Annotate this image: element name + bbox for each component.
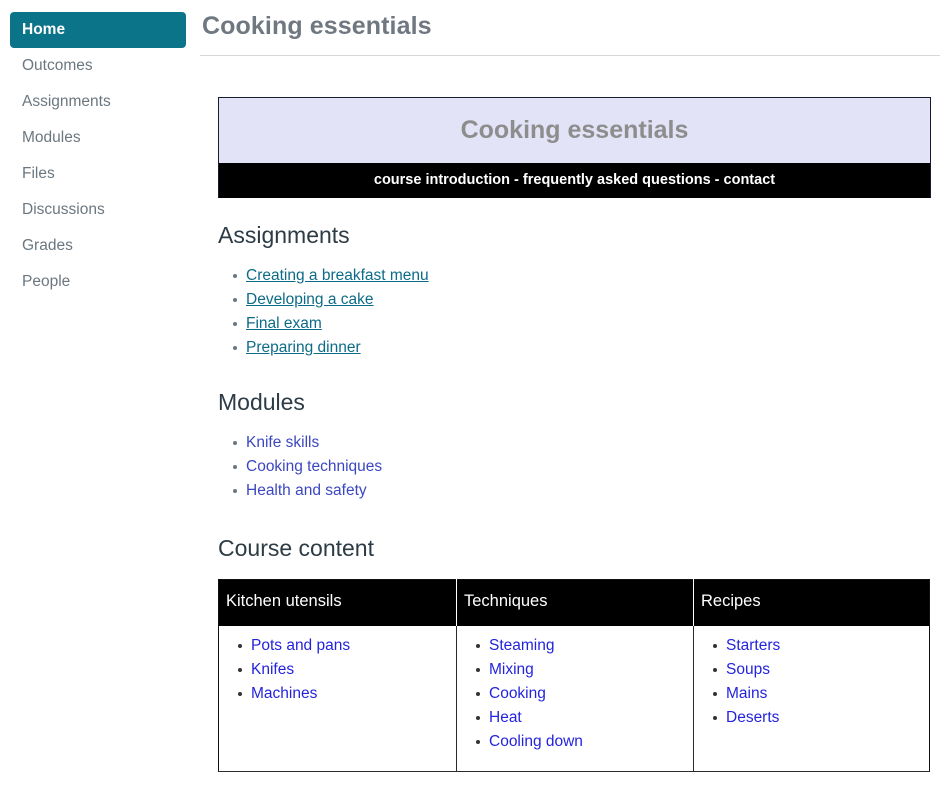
list-item: Cooking	[476, 682, 693, 706]
list-item: Developing a cake	[233, 288, 930, 312]
sidebar-item-discussions[interactable]: Discussions	[10, 192, 186, 228]
content-link-mixing[interactable]: Mixing	[489, 661, 534, 678]
assignments-list: Creating a breakfast menu Developing a c…	[218, 264, 930, 360]
cell-techniques: Steaming Mixing Cooking Heat Cooling dow…	[456, 626, 694, 772]
list-item: Deserts	[713, 706, 929, 730]
list-item: Mixing	[476, 658, 693, 682]
list-item: Machines	[238, 682, 456, 706]
course-banner: Cooking essentials course introduction -…	[218, 97, 931, 198]
module-link-cooking-techniques[interactable]: Cooking techniques	[246, 458, 382, 475]
sidebar-item-people[interactable]: People	[10, 264, 186, 300]
content-link-knifes[interactable]: Knifes	[251, 661, 294, 678]
list-item: Knife skills	[233, 431, 930, 455]
table-header-row: Kitchen utensils Techniques Recipes	[218, 579, 930, 626]
assignments-heading: Assignments	[218, 222, 350, 248]
column-header-techniques: Techniques	[456, 579, 694, 626]
page-root: Home Outcomes Assignments Modules Files …	[0, 0, 942, 802]
list-item: Cooking techniques	[233, 455, 930, 479]
title-divider	[200, 55, 940, 56]
main-content: Cooking essentials Cooking essentials co…	[196, 0, 942, 802]
content-link-deserts[interactable]: Deserts	[726, 709, 779, 726]
sidebar-item-grades[interactable]: Grades	[10, 228, 186, 264]
course-content-heading: Course content	[218, 535, 374, 561]
list-item: Starters	[713, 634, 929, 658]
content-link-starters[interactable]: Starters	[726, 637, 780, 654]
list-item: Creating a breakfast menu	[233, 264, 930, 288]
course-banner-nav[interactable]: course introduction - frequently asked q…	[219, 163, 930, 198]
module-link-knife-skills[interactable]: Knife skills	[246, 434, 319, 451]
list-item: Health and safety	[233, 479, 930, 503]
table-header: Kitchen utensils Techniques Recipes	[218, 579, 930, 626]
course-banner-title: Cooking essentials	[219, 98, 930, 163]
assignment-link-final-exam[interactable]: Final exam	[246, 315, 322, 332]
sidebar-item-outcomes[interactable]: Outcomes	[10, 48, 186, 84]
table-body: Pots and pans Knifes Machines Steaming M…	[218, 626, 930, 772]
list-item: Final exam	[233, 312, 930, 336]
assignment-link-developing-a-cake[interactable]: Developing a cake	[246, 291, 374, 308]
table-row: Pots and pans Knifes Machines Steaming M…	[218, 626, 930, 772]
list-item: Knifes	[238, 658, 456, 682]
techniques-list: Steaming Mixing Cooking Heat Cooling dow…	[457, 634, 693, 754]
list-item: Heat	[476, 706, 693, 730]
module-link-health-and-safety[interactable]: Health and safety	[246, 482, 367, 499]
content-link-machines[interactable]: Machines	[251, 685, 317, 702]
column-header-kitchen-utensils: Kitchen utensils	[218, 579, 457, 626]
content-link-heat[interactable]: Heat	[489, 709, 522, 726]
list-item: Mains	[713, 682, 929, 706]
list-item: Soups	[713, 658, 929, 682]
content-link-soups[interactable]: Soups	[726, 661, 770, 678]
list-item: Cooling down	[476, 730, 693, 754]
modules-list: Knife skills Cooking techniques Health a…	[218, 431, 930, 503]
modules-heading: Modules	[218, 389, 305, 415]
sidebar-item-home[interactable]: Home	[10, 12, 186, 48]
content-link-mains[interactable]: Mains	[726, 685, 767, 702]
list-item: Steaming	[476, 634, 693, 658]
cell-recipes: Starters Soups Mains Deserts	[693, 626, 930, 772]
content-body: Cooking essentials course introduction -…	[196, 97, 942, 772]
kitchen-utensils-list: Pots and pans Knifes Machines	[219, 634, 456, 706]
recipes-list: Starters Soups Mains Deserts	[694, 634, 929, 730]
column-header-recipes: Recipes	[693, 579, 930, 626]
course-content-table: Kitchen utensils Techniques Recipes Pots…	[218, 579, 930, 772]
content-link-pots-and-pans[interactable]: Pots and pans	[251, 637, 350, 654]
content-link-cooking[interactable]: Cooking	[489, 685, 546, 702]
page-title: Cooking essentials	[202, 12, 432, 40]
course-navigation-sidebar: Home Outcomes Assignments Modules Files …	[0, 0, 196, 802]
sidebar-item-modules[interactable]: Modules	[10, 120, 186, 156]
list-item: Preparing dinner	[233, 336, 930, 360]
list-item: Pots and pans	[238, 634, 456, 658]
cell-kitchen-utensils: Pots and pans Knifes Machines	[218, 626, 457, 772]
content-link-cooling-down[interactable]: Cooling down	[489, 733, 583, 750]
sidebar-item-files[interactable]: Files	[10, 156, 186, 192]
sidebar-item-assignments[interactable]: Assignments	[10, 84, 186, 120]
content-link-steaming[interactable]: Steaming	[489, 637, 554, 654]
assignment-link-preparing-dinner[interactable]: Preparing dinner	[246, 339, 361, 356]
assignment-link-creating-a-breakfast-menu[interactable]: Creating a breakfast menu	[246, 267, 429, 284]
